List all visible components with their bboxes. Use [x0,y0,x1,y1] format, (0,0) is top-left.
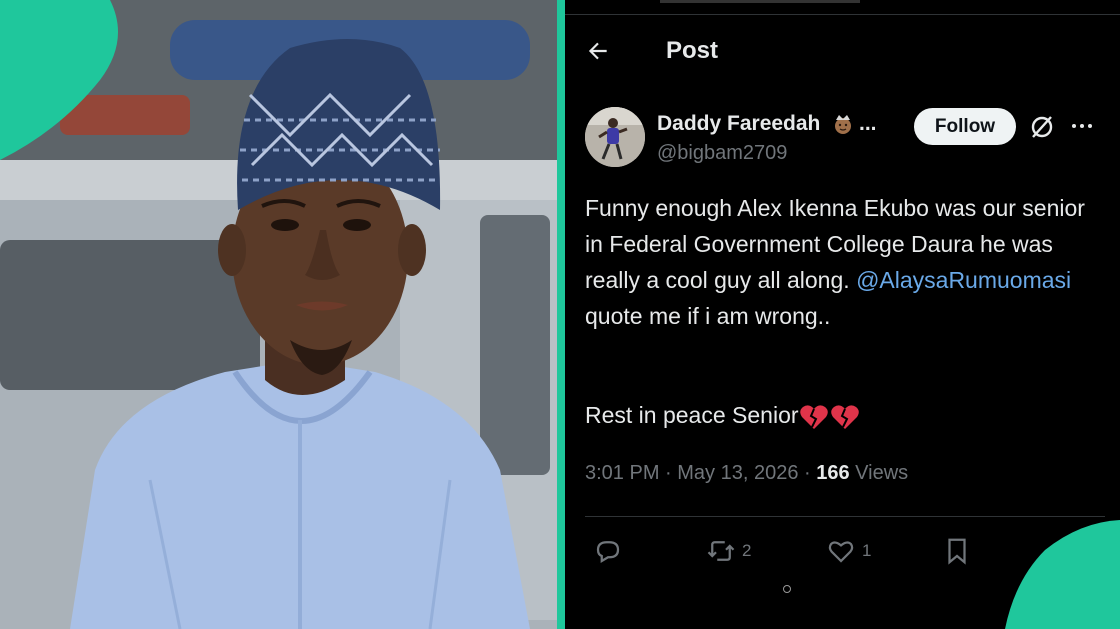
portrait-photo [0,0,557,629]
like-count: 1 [862,541,872,560]
meta-separator-2: · [798,462,817,484]
repost-button[interactable]: 2 [706,536,751,566]
page-title: Post [666,37,719,64]
repost-icon [707,541,735,561]
portrait-illustration [0,0,557,629]
tweet-body: Funny enough Alex Ikenna Ekubo was our s… [585,190,1105,334]
top-divider [565,14,1120,15]
decorative-accent-shape [1005,520,1120,629]
heart-icon [828,541,854,563]
avatar[interactable] [585,107,645,167]
follow-button[interactable]: Follow [914,108,1016,145]
crown-face-emoji-icon [835,115,851,134]
broken-heart-icon [799,405,859,429]
tweet-meta: 3:01 PM · May 13, 2026 · 166 Views [585,462,908,485]
author-display-name[interactable]: Daddy Fareedah [657,112,820,136]
tweet-time[interactable]: 3:01 PM [585,462,659,484]
views-label: Views [849,462,909,484]
tweet-rest-text: Rest in peace Senior [585,402,799,428]
tweet-view: Post Daddy Fareedah ... @bigbam2709 Foll… [565,0,1120,629]
name-ellipsis: ... [859,112,877,135]
panel-divider [557,0,565,629]
actions-divider [585,516,1105,517]
tweet-text-after-mention: quote me if i am wrong.. [585,303,831,329]
tweet-mention-link[interactable]: @AlaysaRumuomasi [856,267,1071,293]
meta-separator: · [659,462,678,484]
scroll-indicator [783,585,791,593]
more-options-icon[interactable] [1070,116,1094,136]
top-tab-indicator [660,0,860,3]
reply-icon [596,541,620,563]
views-count: 166 [816,462,850,484]
avatar-image [585,107,645,167]
repost-count: 2 [742,541,752,560]
grok-icon[interactable] [1028,113,1056,141]
like-button[interactable]: 1 [826,536,871,566]
tweet-date[interactable]: May 13, 2026 [677,462,798,484]
bookmark-button[interactable] [942,536,978,566]
reply-button[interactable] [593,536,629,566]
bookmark-icon [948,538,966,565]
back-arrow-icon[interactable] [585,38,611,64]
author-handle[interactable]: @bigbam2709 [657,142,787,165]
tweet-closing-line: Rest in peace Senior [585,402,861,431]
